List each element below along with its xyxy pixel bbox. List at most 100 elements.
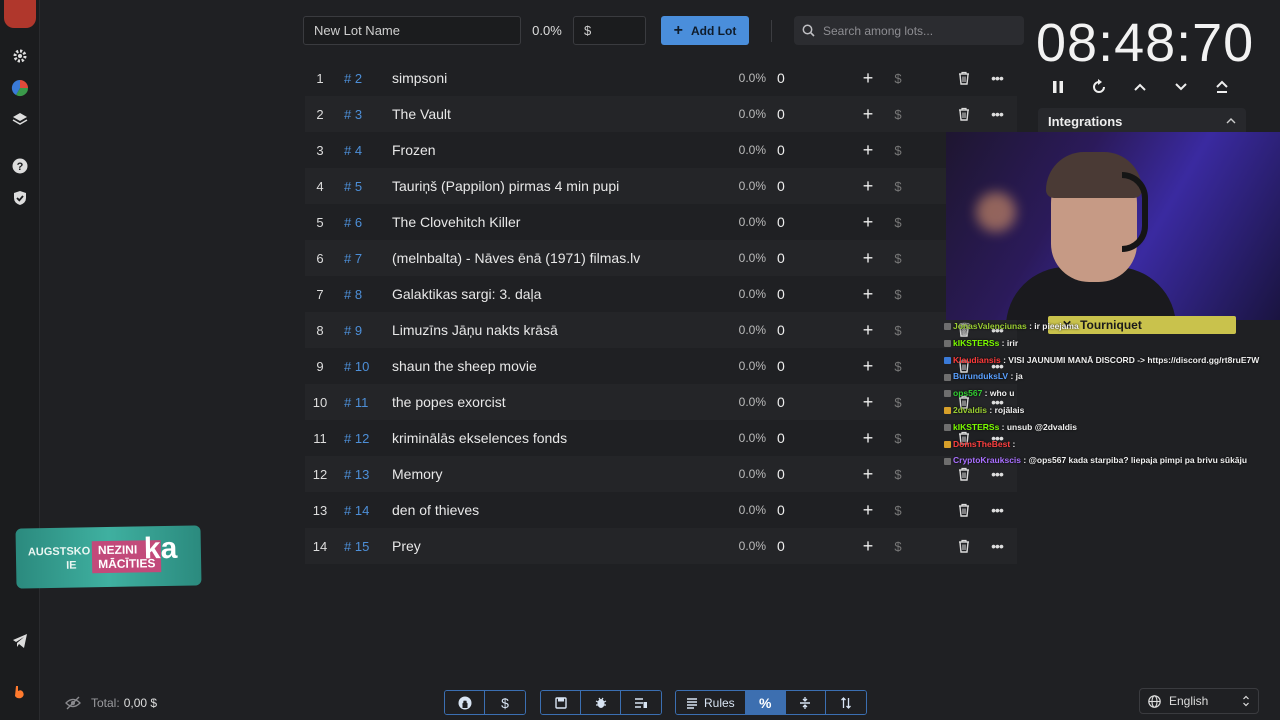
lot-name[interactable]: Frozen bbox=[392, 142, 726, 158]
lot-row[interactable]: 1 # 2 simpsoni 0.0% 0 + $ ••• bbox=[305, 60, 1017, 96]
add-amount-button[interactable]: + bbox=[860, 68, 876, 89]
lot-row[interactable]: 3 # 4 Frozen 0.0% 0 + $ ••• bbox=[305, 132, 1017, 168]
add-amount-button[interactable]: + bbox=[860, 392, 876, 413]
more-options-icon[interactable]: ••• bbox=[989, 502, 1005, 518]
eye-off-icon[interactable] bbox=[65, 696, 81, 710]
lot-name[interactable]: Prey bbox=[392, 538, 726, 554]
add-amount-button[interactable]: + bbox=[860, 428, 876, 449]
integrations-panel-header[interactable]: Integrations bbox=[1038, 108, 1246, 134]
lot-row[interactable]: 6 # 7 (melnbalta) - Nāves ēnā (1971) fil… bbox=[305, 240, 1017, 276]
lot-amount-input[interactable]: $ bbox=[573, 16, 646, 45]
sort-button[interactable] bbox=[825, 691, 866, 714]
dollar-icon[interactable]: $ bbox=[892, 71, 904, 86]
pause-icon[interactable] bbox=[1050, 76, 1066, 98]
dollar-icon[interactable]: $ bbox=[892, 107, 904, 122]
trash-icon[interactable] bbox=[956, 539, 972, 553]
help-icon[interactable]: ? bbox=[10, 156, 30, 176]
more-options-icon[interactable]: ••• bbox=[989, 70, 1005, 86]
dollar-icon[interactable]: $ bbox=[892, 143, 904, 158]
more-options-icon[interactable]: ••• bbox=[989, 106, 1005, 122]
lot-name[interactable]: Limuzīns Jāņu nakts krāsā bbox=[392, 322, 726, 338]
add-amount-button[interactable]: + bbox=[860, 212, 876, 233]
add-amount-button[interactable]: + bbox=[860, 176, 876, 197]
add-amount-button[interactable]: + bbox=[860, 140, 876, 161]
lot-name[interactable]: The Clovehitch Killer bbox=[392, 214, 726, 230]
lot-id-link[interactable]: # 12 bbox=[335, 431, 392, 446]
lot-row[interactable]: 10 # 11 the popes exorcist 0.0% 0 + $ ••… bbox=[305, 384, 1017, 420]
add-amount-button[interactable]: + bbox=[860, 536, 876, 557]
lot-name[interactable]: shaun the sheep movie bbox=[392, 358, 726, 374]
settings-icon[interactable] bbox=[10, 46, 30, 66]
lot-id-link[interactable]: # 13 bbox=[335, 467, 392, 482]
lot-id-link[interactable]: # 14 bbox=[335, 503, 392, 518]
lot-name[interactable]: den of thieves bbox=[392, 502, 726, 518]
lot-id-link[interactable]: # 3 bbox=[335, 107, 392, 122]
add-amount-button[interactable]: + bbox=[860, 500, 876, 521]
dollar-icon[interactable]: $ bbox=[892, 503, 904, 518]
lot-id-link[interactable]: # 4 bbox=[335, 143, 392, 158]
lot-id-link[interactable]: # 5 bbox=[335, 179, 392, 194]
layers-icon[interactable] bbox=[10, 110, 30, 130]
add-amount-button[interactable]: + bbox=[860, 104, 876, 125]
lot-row[interactable]: 8 # 9 Limuzīns Jāņu nakts krāsā 0.0% 0 +… bbox=[305, 312, 1017, 348]
language-select[interactable]: English bbox=[1139, 688, 1259, 714]
add-amount-button[interactable]: + bbox=[860, 356, 876, 377]
lot-name[interactable]: (melnbalta) - Nāves ēnā (1971) filmas.lv bbox=[392, 250, 726, 266]
chevron-down-icon[interactable] bbox=[1173, 76, 1189, 98]
dollar-icon[interactable]: $ bbox=[892, 287, 904, 302]
github-button[interactable] bbox=[445, 691, 485, 714]
lot-row[interactable]: 4 # 5 Tauriņš (Pappilon) pirmas 4 min pu… bbox=[305, 168, 1017, 204]
dollar-icon[interactable]: $ bbox=[892, 323, 904, 338]
lot-row[interactable]: 12 # 13 Memory 0.0% 0 + $ ••• bbox=[305, 456, 1017, 492]
reset-icon[interactable] bbox=[1091, 76, 1107, 98]
dollar-icon[interactable]: $ bbox=[892, 467, 904, 482]
dollar-icon[interactable]: $ bbox=[892, 539, 904, 554]
lot-id-link[interactable]: # 9 bbox=[335, 323, 392, 338]
save-button[interactable] bbox=[541, 691, 581, 714]
lot-name-input[interactable]: New Lot Name bbox=[303, 16, 521, 45]
add-amount-button[interactable]: + bbox=[860, 248, 876, 269]
lot-id-link[interactable]: # 8 bbox=[335, 287, 392, 302]
dollar-icon[interactable]: $ bbox=[892, 359, 904, 374]
lot-name[interactable]: Tauriņš (Pappilon) pirmas 4 min pupi bbox=[392, 178, 726, 194]
add-amount-button[interactable]: + bbox=[860, 320, 876, 341]
trash-icon[interactable] bbox=[956, 71, 972, 85]
lot-row[interactable]: 5 # 6 The Clovehitch Killer 0.0% 0 + $ •… bbox=[305, 204, 1017, 240]
dollar-icon[interactable]: $ bbox=[892, 395, 904, 410]
add-lot-button[interactable]: + Add Lot bbox=[661, 16, 749, 45]
percent-toggle[interactable]: % bbox=[745, 691, 786, 714]
add-amount-button[interactable]: + bbox=[860, 464, 876, 485]
lot-id-link[interactable]: # 11 bbox=[335, 395, 392, 410]
lot-id-link[interactable]: # 15 bbox=[335, 539, 392, 554]
lot-row[interactable]: 11 # 12 kriminālās ekselences fonds 0.0%… bbox=[305, 420, 1017, 456]
add-amount-button[interactable]: + bbox=[860, 284, 876, 305]
lot-row[interactable]: 13 # 14 den of thieves 0.0% 0 + $ ••• bbox=[305, 492, 1017, 528]
lot-row[interactable]: 2 # 3 The Vault 0.0% 0 + $ ••• bbox=[305, 96, 1017, 132]
lot-name[interactable]: The Vault bbox=[392, 106, 726, 122]
compact-toggle[interactable] bbox=[785, 691, 826, 714]
dollar-icon[interactable]: $ bbox=[892, 431, 904, 446]
shield-icon[interactable] bbox=[10, 188, 30, 208]
double-chevron-up-icon[interactable] bbox=[1214, 76, 1230, 98]
search-input[interactable]: Search among lots... bbox=[794, 16, 1024, 45]
lot-id-link[interactable]: # 2 bbox=[335, 71, 392, 86]
lot-row[interactable]: 9 # 10 shaun the sheep movie 0.0% 0 + $ … bbox=[305, 348, 1017, 384]
lot-name[interactable]: Memory bbox=[392, 466, 726, 482]
lot-id-link[interactable]: # 6 bbox=[335, 215, 392, 230]
rules-button[interactable]: Rules bbox=[676, 691, 746, 714]
trash-icon[interactable] bbox=[956, 503, 972, 517]
dollar-icon[interactable]: $ bbox=[892, 215, 904, 230]
lot-name[interactable]: kriminālās ekselences fonds bbox=[392, 430, 726, 446]
lot-id-link[interactable]: # 10 bbox=[335, 359, 392, 374]
lot-name[interactable]: simpsoni bbox=[392, 70, 726, 86]
trash-icon[interactable] bbox=[956, 107, 972, 121]
lot-row[interactable]: 7 # 8 Galaktikas sargi: 3. daļa 0.0% 0 +… bbox=[305, 276, 1017, 312]
lot-name[interactable]: the popes exorcist bbox=[392, 394, 726, 410]
avatar[interactable] bbox=[4, 0, 36, 28]
lot-id-link[interactable]: # 7 bbox=[335, 251, 392, 266]
lot-name[interactable]: Galaktikas sargi: 3. daļa bbox=[392, 286, 726, 302]
lot-row[interactable]: 14 # 15 Prey 0.0% 0 + $ ••• bbox=[305, 528, 1017, 564]
telegram-icon[interactable] bbox=[10, 631, 30, 651]
brand-icon[interactable] bbox=[10, 682, 30, 702]
more-options-icon[interactable]: ••• bbox=[989, 538, 1005, 554]
